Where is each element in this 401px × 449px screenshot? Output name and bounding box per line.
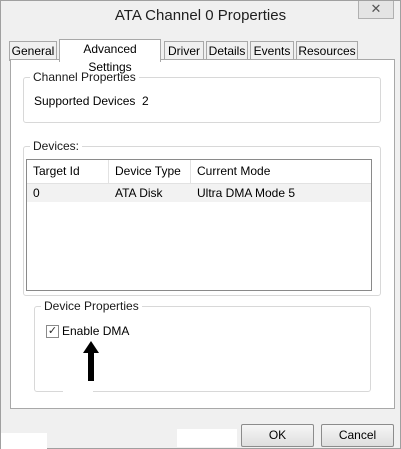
devices-label: Devices: [30, 139, 83, 153]
blank-patch [1, 433, 47, 449]
supported-devices-label: Supported Devices [34, 94, 136, 108]
tab-resources[interactable]: Resources [296, 41, 358, 61]
enable-dma-checkbox[interactable]: ✓ [46, 325, 59, 338]
devices-list[interactable]: Target Id Device Type Current Mode 0 ATA… [26, 159, 372, 291]
device-properties-label: Device Properties [41, 299, 142, 313]
cell-current-mode: Ultra DMA Mode 5 [197, 186, 296, 200]
close-button[interactable]: ✕ [358, 1, 394, 19]
arrow-up-icon [83, 341, 99, 381]
column-current-mode[interactable]: Current Mode [191, 160, 371, 183]
table-row[interactable]: 0 ATA Disk Ultra DMA Mode 5 [27, 184, 371, 202]
tab-details[interactable]: Details [206, 41, 248, 61]
window-title: ATA Channel 0 Properties [114, 7, 287, 24]
tab-events[interactable]: Events [250, 41, 294, 61]
enable-dma-label[interactable]: Enable DMA [62, 324, 129, 338]
blank-patch [177, 429, 237, 447]
cell-target-id: 0 [33, 186, 40, 200]
supported-devices-value: 2 [142, 94, 149, 108]
column-device-type[interactable]: Device Type [109, 160, 191, 183]
column-target-id[interactable]: Target Id [27, 160, 109, 183]
tab-general[interactable]: General [9, 41, 57, 61]
tab-driver[interactable]: Driver [164, 41, 204, 61]
cancel-button[interactable]: Cancel [321, 424, 394, 447]
ok-button[interactable]: OK [241, 424, 314, 447]
devices-list-header: Target Id Device Type Current Mode [27, 160, 371, 184]
title-bar: ATA Channel 0 Properties ✕ [1, 1, 400, 34]
properties-dialog: ATA Channel 0 Properties ✕ General Advan… [0, 0, 401, 449]
tab-advanced-settings[interactable]: Advanced Settings [59, 39, 161, 74]
cell-device-type: ATA Disk [115, 186, 163, 200]
blank-patch [63, 385, 93, 399]
